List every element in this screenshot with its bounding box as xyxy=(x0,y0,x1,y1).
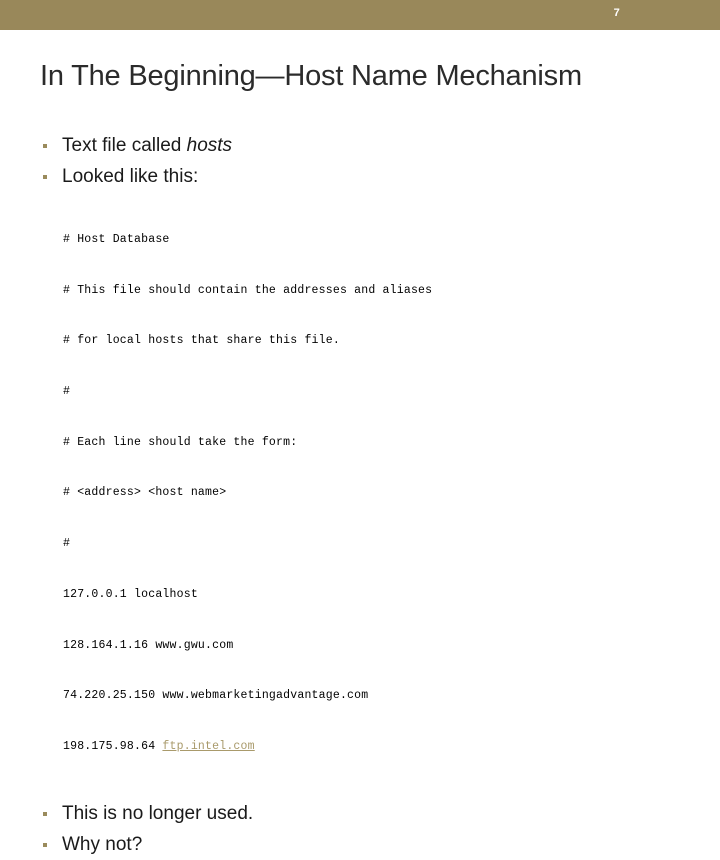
list-item-label: This is no longer used. xyxy=(62,802,254,824)
code-line: # xyxy=(63,537,71,551)
list-item-label: Why not? xyxy=(62,833,143,855)
code-line-text: 198.175.98.64 xyxy=(63,740,163,753)
code-line: 74.220.25.150 www.webmarketingadvantage.… xyxy=(63,689,369,703)
top-accent-bar: 7 xyxy=(0,0,720,30)
code-line: # Each line should take the form: xyxy=(63,435,298,449)
code-line: 128.164.1.16 www.gwu.com xyxy=(63,638,234,652)
code-line: 127.0.0.1 localhost xyxy=(63,587,198,601)
list-item-label: Text file called xyxy=(62,135,187,156)
list-item: Why not? xyxy=(40,829,690,860)
list-item: Looked like this: xyxy=(40,161,690,192)
slide-body: Text file called hosts Looked like this:… xyxy=(40,130,690,860)
list-item: Text file called hosts xyxy=(40,130,690,161)
list-item: This is no longer used. xyxy=(40,798,690,829)
code-line: # xyxy=(63,384,71,398)
bullet-marker-icon xyxy=(43,144,47,148)
slide: 7 In The Beginning—Host Name Mechanism T… xyxy=(0,0,720,855)
hosts-file-code-block: # Host Database # This file should conta… xyxy=(63,198,690,790)
list-item-label: Looked like this: xyxy=(62,166,199,187)
bullet-marker-icon xyxy=(43,811,47,816)
ftp-intel-link[interactable]: ftp.intel.com xyxy=(162,740,254,753)
slide-number: 7 xyxy=(613,7,620,19)
code-line: # <address> <host name> xyxy=(63,486,227,500)
page-title: In The Beginning—Host Name Mechanism xyxy=(40,60,582,93)
code-line: # This file should contain the addresses… xyxy=(63,283,433,297)
code-line: 198.175.98.64 ftp.intel.com xyxy=(63,739,690,756)
bullet-marker-icon xyxy=(43,175,47,179)
bullet-marker-icon xyxy=(43,842,47,847)
code-line: # for local hosts that share this file. xyxy=(63,334,340,348)
code-line: # Host Database xyxy=(63,232,170,246)
list-item-emphasis: hosts xyxy=(186,135,233,156)
